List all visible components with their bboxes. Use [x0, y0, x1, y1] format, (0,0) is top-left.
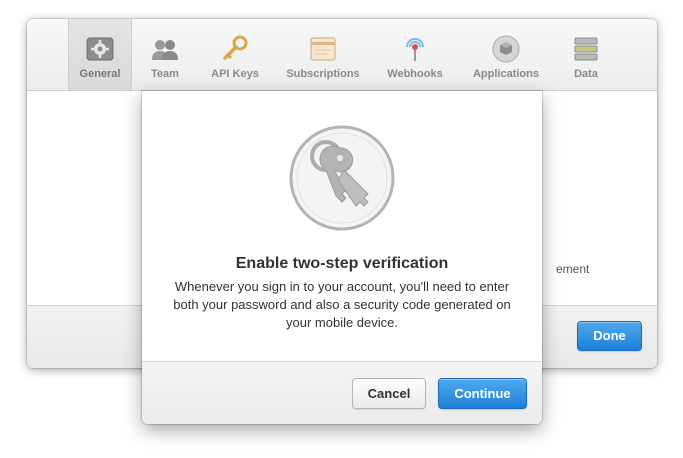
- tab-webhooks[interactable]: Webhooks: [382, 19, 448, 90]
- two-step-dialog: Enable two-step verification Whenever yo…: [142, 91, 542, 424]
- card-icon: [310, 37, 336, 61]
- tab-webhooks-label: Webhooks: [387, 68, 443, 80]
- gear-icon: [86, 37, 114, 61]
- broadcast-icon: [406, 38, 424, 61]
- tab-data[interactable]: Data: [558, 19, 614, 90]
- tab-applications[interactable]: Applications: [466, 19, 546, 90]
- tab-subscriptions[interactable]: Subscriptions: [280, 19, 366, 90]
- tab-team-label: Team: [151, 68, 179, 80]
- tab-api-keys[interactable]: API Keys: [202, 19, 268, 90]
- tab-data-label: Data: [574, 68, 598, 80]
- cube-icon: [492, 35, 520, 63]
- database-icon: [574, 37, 598, 61]
- tab-general-label: General: [79, 68, 121, 80]
- dialog-footer: Cancel Continue: [142, 361, 542, 424]
- cancel-button[interactable]: Cancel: [352, 378, 426, 409]
- dialog-title: Enable two-step verification: [235, 255, 449, 272]
- dialog-body: Whenever you sign in to your account, yo…: [173, 279, 511, 330]
- tab-subscriptions-label: Subscriptions: [286, 68, 360, 80]
- tab-applications-label: Applications: [472, 68, 539, 80]
- tab-api-keys-label: API Keys: [211, 68, 259, 80]
- tab-team[interactable]: Team: [135, 19, 195, 90]
- tab-general[interactable]: General: [68, 19, 132, 90]
- key-icon: [223, 35, 248, 60]
- background-setting-text: ement: [556, 262, 590, 276]
- toolbar: General Team API Keys Subscriptions Webh…: [27, 19, 657, 91]
- done-button[interactable]: Done: [577, 321, 642, 351]
- keys-icon: [289, 125, 395, 231]
- continue-button[interactable]: Continue: [438, 378, 527, 409]
- people-icon: [152, 40, 178, 60]
